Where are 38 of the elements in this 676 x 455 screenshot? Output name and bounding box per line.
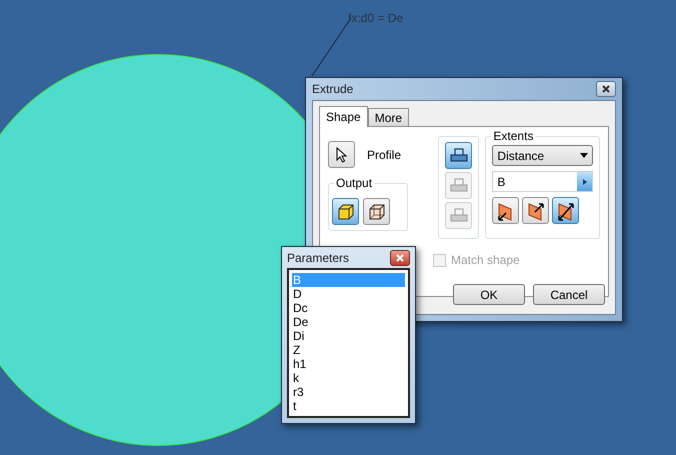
- tab[interactable]: Shape: [319, 106, 368, 127]
- parameter-item[interactable]: De: [292, 315, 405, 329]
- close-button[interactable]: [390, 250, 410, 266]
- parameter-item[interactable]: t: [292, 399, 405, 413]
- wireframe-cube-icon: [368, 202, 386, 220]
- direction-button[interactable]: [492, 197, 520, 224]
- output-button[interactable]: [332, 198, 359, 225]
- cursor-icon: [336, 146, 348, 162]
- parameter-item[interactable]: r3: [292, 385, 405, 399]
- window-title: Parameters: [287, 250, 350, 266]
- match-shape-label: Match shape: [451, 252, 520, 269]
- profile-label: Profile: [367, 146, 402, 164]
- parameter-item[interactable]: Di: [292, 329, 405, 343]
- parameter-item[interactable]: D: [292, 287, 405, 301]
- direction-button[interactable]: [552, 197, 580, 224]
- dialog-button[interactable]: OK: [453, 284, 525, 305]
- output-button[interactable]: [363, 198, 390, 225]
- tab[interactable]: More: [368, 108, 410, 126]
- operation-button[interactable]: [445, 142, 472, 169]
- cube-icon: [336, 202, 354, 220]
- close-button[interactable]: [596, 81, 616, 97]
- profile-select-button[interactable]: [328, 141, 355, 168]
- operation-icon: [450, 178, 468, 194]
- parameter-item[interactable]: h1: [292, 357, 405, 371]
- distance-field[interactable]: B: [492, 171, 593, 192]
- direction-button[interactable]: [522, 197, 550, 224]
- operation-icon: [450, 208, 468, 224]
- close-icon: [602, 85, 610, 93]
- window-title: Extrude: [312, 81, 354, 98]
- dimension-annotation: fx:d0 = De: [348, 10, 404, 27]
- dialog-button[interactable]: Cancel: [533, 284, 605, 305]
- close-icon: [396, 254, 404, 262]
- parameter-item[interactable]: Z: [292, 343, 405, 357]
- parameter-item[interactable]: k: [292, 371, 405, 385]
- parameter-item[interactable]: Dc: [292, 301, 405, 315]
- operation-icon: [450, 148, 468, 164]
- extents-dropdown[interactable]: Distance: [492, 145, 593, 166]
- caret-icon: [580, 153, 588, 158]
